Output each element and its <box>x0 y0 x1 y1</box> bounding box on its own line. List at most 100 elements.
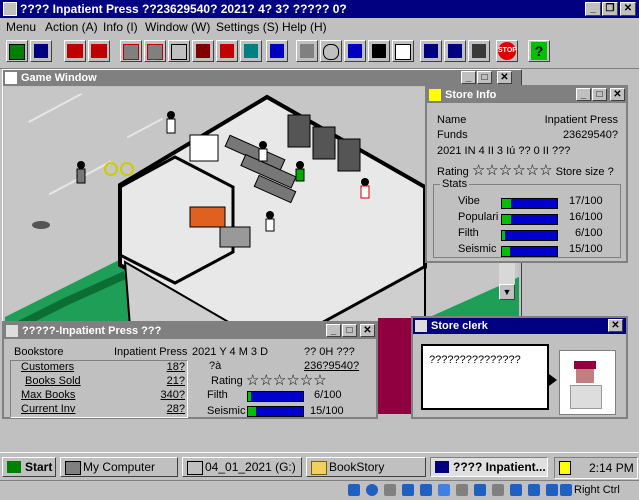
network-icon[interactable] <box>420 484 432 496</box>
menu-item-help[interactable]: Help (H) <box>282 20 327 34</box>
stat-popularity-fill <box>502 215 511 224</box>
optical-drive-icon[interactable] <box>366 484 378 496</box>
shelf-out-icon[interactable] <box>88 40 110 62</box>
clerk-icon <box>415 320 427 332</box>
display-icon[interactable] <box>474 484 486 496</box>
staff-fire-icon[interactable] <box>216 40 238 62</box>
stat-popularity-bar <box>501 214 558 225</box>
ad-icon[interactable] <box>240 40 262 62</box>
max-books-value: 340? <box>160 389 185 401</box>
register-icon[interactable] <box>168 40 190 62</box>
manhole <box>32 221 50 229</box>
store-clerk-window: Store clerk ✕ ??????????????? <box>411 316 628 419</box>
shared-folder-icon[interactable] <box>438 484 450 496</box>
rating-stars: ☆☆☆☆☆☆ <box>471 162 553 179</box>
table-icon[interactable] <box>392 40 414 62</box>
minimize-button[interactable]: _ <box>585 2 601 16</box>
speech-bubble-tail <box>549 374 557 386</box>
rating-label: Rating <box>437 166 469 178</box>
store-info-titlebar: Store Info _ □ ✕ <box>427 87 626 103</box>
window1-icon[interactable] <box>420 40 442 62</box>
summary-seismic-bar <box>247 406 304 417</box>
stat-popularity-value: 16/100 <box>569 211 603 223</box>
staff-hire-icon[interactable] <box>192 40 214 62</box>
lamp-icon[interactable] <box>296 40 318 62</box>
task-drive-label: 04_01_2021 (G:) <box>205 460 296 474</box>
shelf-in-icon[interactable] <box>64 40 86 62</box>
clerk-hair <box>574 361 596 369</box>
help-icon[interactable]: ? <box>528 40 550 62</box>
task-bookstory[interactable]: BookStory <box>306 457 426 477</box>
store-info-maximize[interactable]: □ <box>592 88 607 101</box>
clerk-close[interactable]: ✕ <box>608 319 623 332</box>
cpu-icon[interactable] <box>528 484 540 496</box>
store-info-close[interactable]: ✕ <box>610 88 625 101</box>
display-rack[interactable] <box>189 206 226 228</box>
store-door[interactable] <box>189 134 219 162</box>
save-icon[interactable] <box>30 40 52 62</box>
hdd-icon[interactable] <box>348 484 360 496</box>
select-icon[interactable] <box>6 40 28 62</box>
task-inpatient-press[interactable]: ???? Inpatient... <box>430 457 548 477</box>
search-icon[interactable] <box>320 40 342 62</box>
edit-icon[interactable] <box>456 484 468 496</box>
app-icon[interactable] <box>3 2 17 16</box>
usb-icon[interactable] <box>402 484 414 496</box>
menu-item-action[interactable]: Action (A) <box>45 20 98 34</box>
shelf-add-icon[interactable] <box>120 40 142 62</box>
stat-vibe-fill <box>502 199 512 208</box>
stock-icon[interactable] <box>266 40 288 62</box>
restore-button[interactable]: ❐ <box>602 2 618 16</box>
current-inv-label: Current Inv <box>21 403 76 415</box>
store-type: Bookstore <box>14 346 64 358</box>
stat-vibe-label: Vibe <box>458 195 480 207</box>
game-app-icon <box>435 461 449 473</box>
start-button[interactable]: Start <box>2 457 56 477</box>
window2-icon[interactable] <box>444 40 466 62</box>
clock[interactable]: 2:14 PM <box>589 461 634 475</box>
clerk-body <box>570 385 602 409</box>
customers-label: Customers <box>21 361 75 373</box>
game-minimize-button[interactable]: _ <box>461 71 476 84</box>
store-info-title: Store Info <box>445 89 497 101</box>
folder-icon <box>311 461 327 475</box>
summary-maximize[interactable]: □ <box>342 324 357 337</box>
stop-icon[interactable]: STOP <box>496 40 518 62</box>
menu-item-window[interactable]: Window (W) <box>145 20 210 34</box>
game-maximize-button[interactable]: □ <box>477 71 492 84</box>
audio-icon[interactable] <box>384 484 396 496</box>
task-drive[interactable]: 04_01_2021 (G:) <box>182 457 302 477</box>
shelf-remove-icon[interactable] <box>144 40 166 62</box>
summary-minimize[interactable]: _ <box>326 324 341 337</box>
summary-list: Customers 18? Books Sold 21? Max Books 3… <box>10 360 188 418</box>
clerk-portrait <box>559 350 616 415</box>
graph-icon[interactable] <box>344 40 366 62</box>
speech-bubble: ??????????????? <box>421 344 549 410</box>
chart-icon[interactable] <box>368 40 390 62</box>
stat-popularity-label: Populari <box>458 211 499 223</box>
task-my-computer-label: My Computer <box>83 460 156 474</box>
books-sold-value: 21? <box>166 375 185 387</box>
summary-close[interactable]: ✕ <box>360 324 375 337</box>
menu-item-menu[interactable]: Menu <box>6 20 36 34</box>
mouse-icon[interactable] <box>546 484 558 496</box>
scroll-down-button[interactable]: ▼ <box>499 284 515 300</box>
store-info-icon <box>429 89 441 101</box>
menu-item-settings[interactable]: Settings (S) <box>216 20 279 34</box>
capture-icon[interactable] <box>510 484 522 496</box>
store-info-minimize[interactable]: _ <box>576 88 591 101</box>
customers-value: 18? <box>166 361 185 373</box>
grid-icon[interactable] <box>468 40 490 62</box>
stat-filth-bar <box>501 230 558 241</box>
game-close-button[interactable]: ✕ <box>497 71 512 84</box>
help-label: ? <box>531 42 547 60</box>
screen-icon[interactable] <box>492 484 504 496</box>
host-key-icon <box>560 484 572 496</box>
name-label: Name <box>437 114 467 126</box>
cash-register[interactable] <box>219 226 251 248</box>
task-my-computer[interactable]: My Computer <box>60 457 178 477</box>
close-button[interactable]: ✕ <box>620 2 636 16</box>
volume-icon[interactable] <box>559 461 571 475</box>
menu-item-info[interactable]: Info (I) <box>103 20 138 34</box>
max-books-label: Max Books <box>21 389 76 401</box>
